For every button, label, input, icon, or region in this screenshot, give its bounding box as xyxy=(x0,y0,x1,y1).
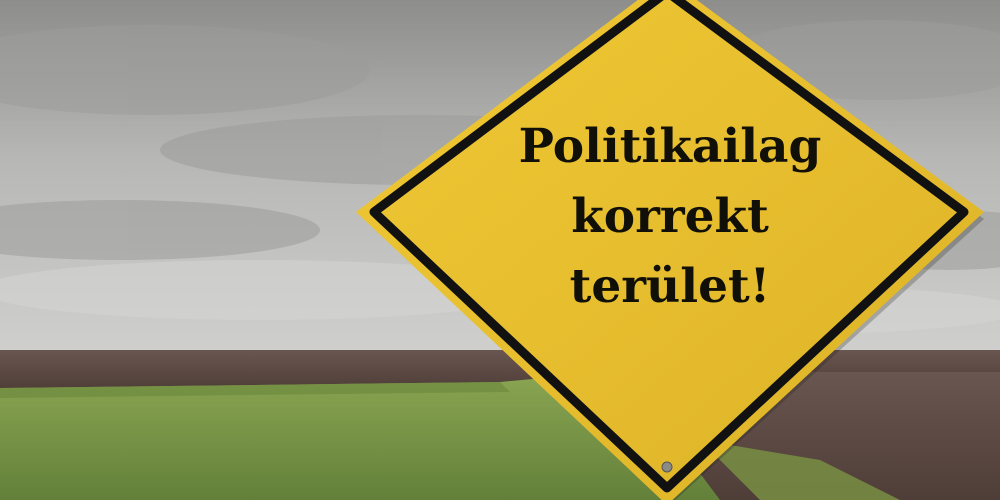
sign-bolt xyxy=(661,461,673,473)
photo-scene: Politikailag korrekt terület! xyxy=(0,0,1000,500)
sign-text: Politikailag korrekt terület! xyxy=(470,112,870,322)
sign-line-1: Politikailag xyxy=(518,119,822,174)
sign-line-3: terület! xyxy=(569,259,771,314)
sign-line-2: korrekt xyxy=(571,189,769,244)
